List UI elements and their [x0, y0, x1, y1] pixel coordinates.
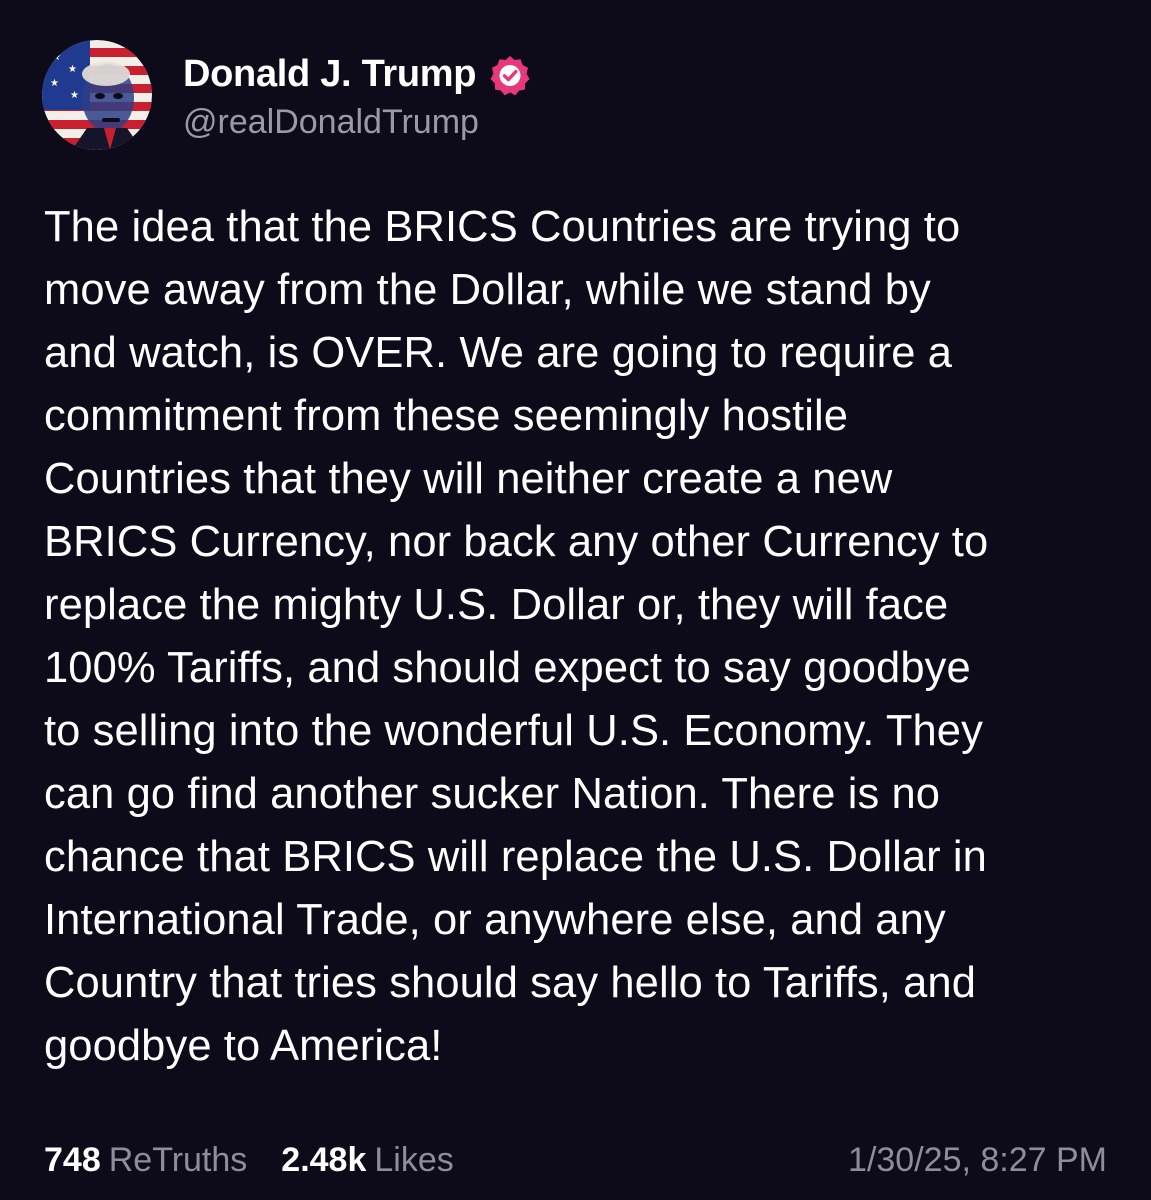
- svg-text:★: ★: [50, 78, 59, 89]
- avatar[interactable]: ★ ★ ★ ★: [42, 40, 152, 150]
- likes-label: Likes: [374, 1140, 454, 1179]
- post-timestamp[interactable]: 1/30/25, 8:27 PM: [848, 1141, 1107, 1180]
- post-footer: 748 ReTruths 2.48k Likes 1/30/25, 8:27 PM: [44, 1138, 1107, 1182]
- likes-count: 2.48k: [281, 1140, 367, 1179]
- retruths-count: 748: [44, 1140, 101, 1179]
- retruths-stat[interactable]: 748 ReTruths: [44, 1141, 247, 1180]
- avatar-portrait-icon: ★ ★ ★ ★: [42, 40, 152, 150]
- author-display-name[interactable]: Donald J. Trump: [183, 53, 477, 96]
- retruths-label: ReTruths: [108, 1140, 248, 1179]
- likes-stat[interactable]: 2.48k Likes: [281, 1141, 453, 1180]
- verified-badge-icon: [490, 55, 530, 95]
- post-body-text: The idea that the BRICS Countries are tr…: [44, 203, 989, 1070]
- svg-text:★: ★: [70, 90, 79, 101]
- name-row: Donald J. Trump: [183, 49, 532, 101]
- author-info: Donald J. Trump @realDonaldTrump: [183, 49, 532, 142]
- svg-text:★: ★: [52, 52, 61, 63]
- svg-text:★: ★: [68, 64, 77, 75]
- post-header: ★ ★ ★ ★ Donald J. Trump @realDonaldTrump: [42, 40, 532, 150]
- post-card: ★ ★ ★ ★ Donald J. Trump @realDonaldTrump…: [0, 0, 1151, 1200]
- author-handle[interactable]: @realDonaldTrump: [183, 103, 532, 142]
